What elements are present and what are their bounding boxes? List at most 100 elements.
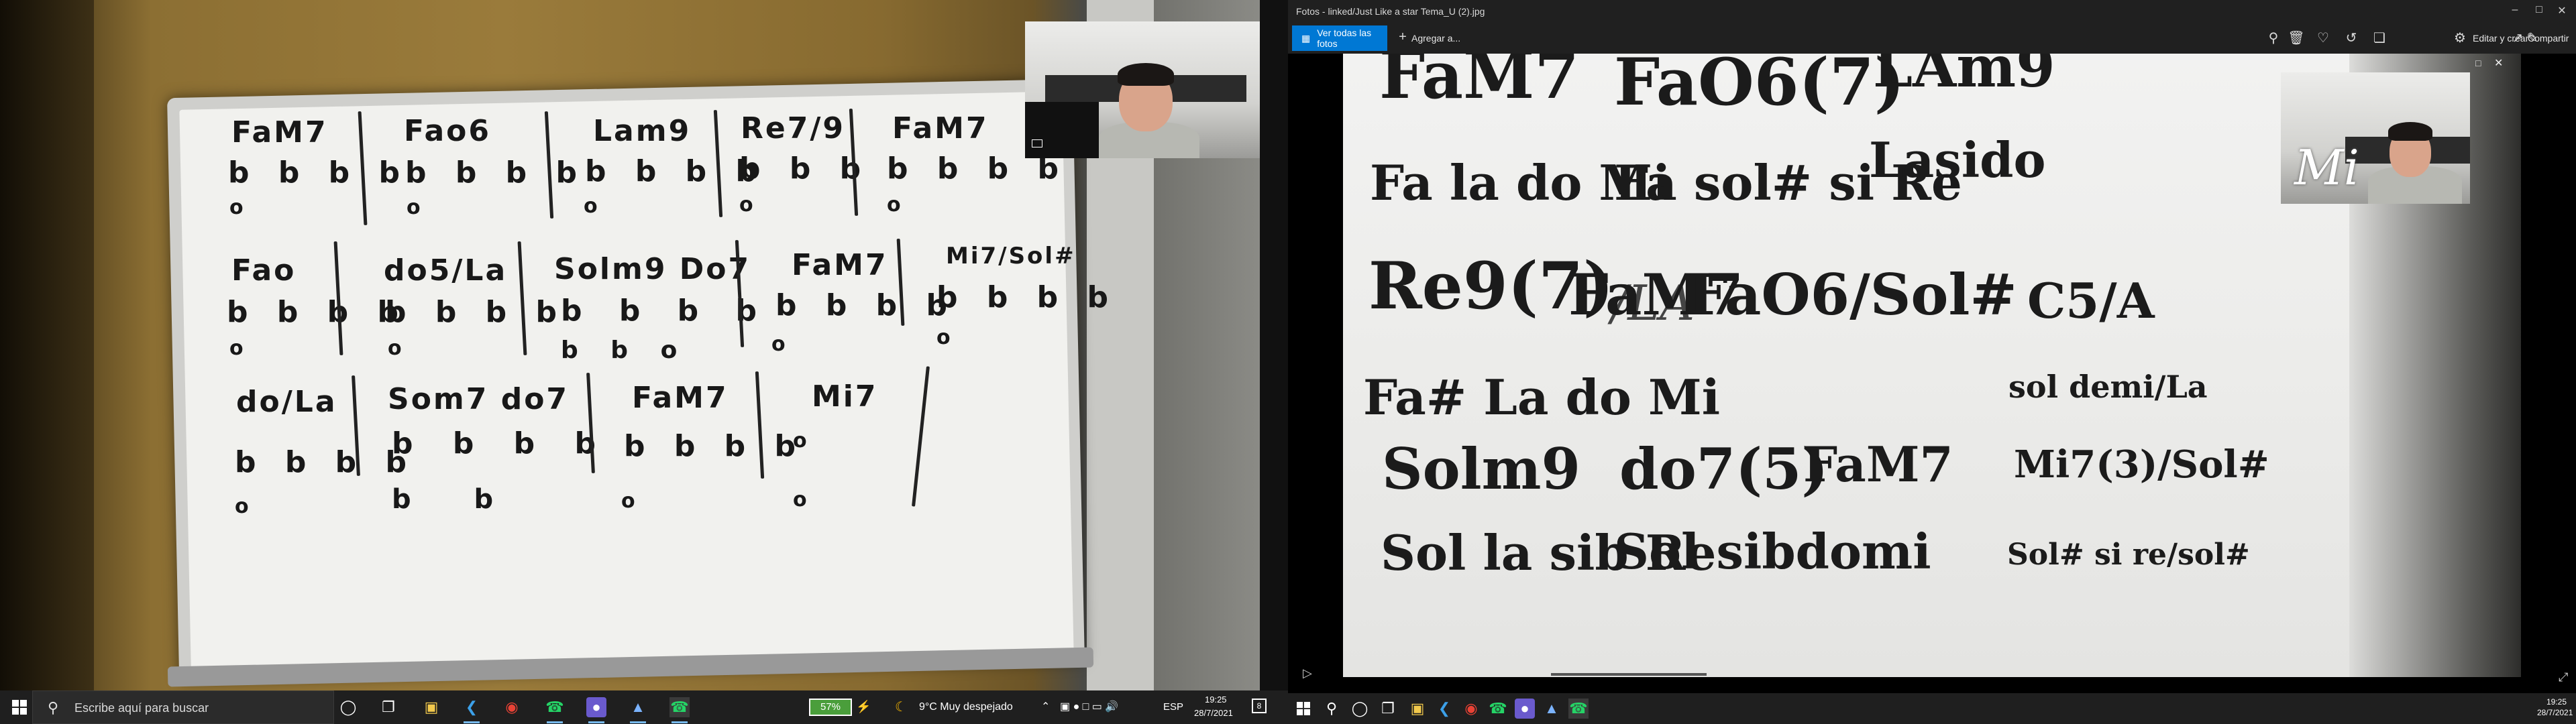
photo-chord: FaM7 xyxy=(1803,436,1953,493)
whatsapp-icon[interactable]: ☎ xyxy=(669,697,690,723)
photos-icon[interactable]: ▲ xyxy=(628,697,648,723)
webcam-thumbnail[interactable] xyxy=(1025,21,1267,158)
all-photos-label: Ver todas las fotos xyxy=(1317,27,1372,49)
vscode-icon[interactable]: ❮ xyxy=(462,697,482,723)
wb-bass: o xyxy=(887,193,910,217)
play-icon[interactable]: ▷ xyxy=(1303,666,1312,680)
wb-chord: FaM7 xyxy=(231,115,328,149)
wb-chord: Re7/9 xyxy=(741,111,846,145)
wb-notes: b b b b xyxy=(392,426,610,461)
photo-chord: FaO6(7) xyxy=(1614,54,1905,120)
clock-date[interactable]: 28/7/2021 xyxy=(2537,708,2573,717)
wb-chord: do/La xyxy=(236,385,337,419)
chrome-icon[interactable]: ◉ xyxy=(502,697,522,717)
zoom-icon[interactable]: ⚲ xyxy=(2265,29,2282,46)
delete-icon[interactable]: 🗑 xyxy=(2288,29,2305,46)
search-icon[interactable]: ⚲ xyxy=(1322,699,1342,719)
wb-notes: b b b b xyxy=(775,288,957,322)
add-to-button[interactable]: Agregar a... xyxy=(1411,33,1460,44)
photo-notes: Sol# si re/sol# xyxy=(2007,538,2250,572)
photo-chord: FaM7 xyxy=(1379,54,1580,113)
whatsapp-icon[interactable]: ☎ xyxy=(1568,699,1589,719)
wb-bass: o xyxy=(388,337,411,360)
cortana-icon[interactable]: ◯ xyxy=(1350,699,1370,719)
whatsapp-icon[interactable]: ☎ xyxy=(545,697,565,723)
photo-chord: C5/A xyxy=(2027,272,2155,329)
fullscreen-icon[interactable]: ⤢ xyxy=(2559,670,2568,684)
chevron-up-icon[interactable]: ⌃ xyxy=(1041,700,1050,713)
task-view-icon[interactable]: ❐ xyxy=(1378,699,1398,719)
clock-date[interactable]: 28/7/2021 xyxy=(1194,708,1233,718)
wb-chord: Mi7/Sol# xyxy=(946,243,1076,269)
overlay-annotation: Mi xyxy=(2294,139,2359,196)
taskbar: ⚲ Escribe aquí para buscar ◯ ❐ ▣ ❮ ◉ ☎ ●… xyxy=(0,690,1288,724)
notification-icon[interactable]: 8 xyxy=(1252,699,1267,713)
search-placeholder: Escribe aquí para buscar xyxy=(74,701,209,715)
photos-gallery-icon: ▦ xyxy=(1301,32,1311,44)
wb-chord: Solm9 Do7 xyxy=(554,252,751,286)
photo-notes: Fa# La do Mi xyxy=(1363,369,1721,426)
windows-start-icon[interactable] xyxy=(9,697,30,717)
discord-icon[interactable]: ● xyxy=(1515,699,1535,719)
taskbar: ⚲ ◯ ❐ ▣ ❮ ◉ ☎ ● ▲ ☎ 19:25 28/7/2021 xyxy=(1288,693,2576,724)
wb-notes: b b b xyxy=(739,152,871,186)
share-button[interactable]: Compartir xyxy=(2528,33,2569,44)
close-icon[interactable]: ✕ xyxy=(2552,4,2572,17)
wb-chord: do5/La xyxy=(384,253,508,288)
vscode-icon[interactable]: ❮ xyxy=(1434,699,1454,719)
photo-notes: sol demi/La xyxy=(2008,369,2208,405)
photo-chord: do7(5) xyxy=(1619,436,1829,502)
scroll-indicator[interactable] xyxy=(1551,673,1707,676)
wb-bass: o xyxy=(793,488,816,511)
wb-notes: b b b b xyxy=(405,156,586,190)
minimize-icon[interactable]: – xyxy=(2505,4,2525,16)
whatsapp-icon[interactable]: ☎ xyxy=(1488,699,1508,719)
chair-shadow xyxy=(1025,102,1099,158)
wb-chord: Fao6 xyxy=(404,114,492,148)
rotate-icon[interactable]: ↺ xyxy=(2343,29,2360,46)
chrome-icon[interactable]: ◉ xyxy=(1461,699,1481,719)
wb-bass: o xyxy=(621,489,645,513)
windows-start-icon[interactable] xyxy=(1293,699,1313,719)
mic-icon xyxy=(1032,139,1042,147)
weather-text[interactable]: 9°C Muy despejado xyxy=(919,701,1013,713)
taskbar-search[interactable]: ⚲ Escribe aquí para buscar xyxy=(32,690,334,724)
photos-icon[interactable]: ▲ xyxy=(1542,699,1562,719)
task-view-icon[interactable]: ❐ xyxy=(378,697,398,717)
photo-chord: Mi7(3)/Sol# xyxy=(2014,442,2269,487)
wb-bass: b b o xyxy=(561,337,690,364)
photos-toolbar: ▦ Ver todas las fotos + Agregar a... ⚲ 🗑… xyxy=(1288,23,2576,54)
photo-chord: FaO6/Sol# xyxy=(1688,261,2017,328)
add-icon[interactable]: + xyxy=(1394,29,1411,45)
file-explorer-icon[interactable]: ▣ xyxy=(421,697,441,717)
favorite-icon[interactable]: ♡ xyxy=(2314,29,2332,46)
wb-bass: o xyxy=(936,326,960,349)
cortana-icon[interactable]: ◯ xyxy=(338,697,358,717)
wb-notes: b b b b xyxy=(385,295,566,329)
wb-bass: o xyxy=(229,196,253,219)
file-explorer-icon[interactable]: ▣ xyxy=(1407,699,1428,719)
webcam-thumbnail[interactable]: Mi xyxy=(2281,72,2470,204)
wb-bass: o xyxy=(739,193,763,217)
wb-notes: b b b b xyxy=(624,429,805,463)
battery-indicator[interactable]: 57% xyxy=(809,699,852,716)
language-indicator[interactable]: ESP xyxy=(1163,701,1183,713)
window-title: Fotos - linked/Just Like a star Tema_U (… xyxy=(1296,6,1485,17)
close-overlay-icon[interactable]: ✕ xyxy=(2494,56,2503,70)
photo-notes: Sol sibdomi xyxy=(1614,523,1931,580)
clock-time[interactable]: 19:25 xyxy=(1205,695,1227,705)
crop-icon[interactable]: ❏ xyxy=(2371,29,2388,46)
clock-time[interactable]: 19:25 xyxy=(2546,697,2567,707)
maximize-icon[interactable]: □ xyxy=(2529,4,2549,16)
photo-chord: Solm9 xyxy=(1382,436,1580,502)
wb-bass: o xyxy=(771,333,795,356)
discord-icon[interactable]: ● xyxy=(586,697,606,723)
all-photos-button[interactable]: ▦ Ver todas las fotos xyxy=(1292,25,1387,51)
person-hair xyxy=(1118,63,1174,86)
wb-notes: o xyxy=(793,429,816,452)
edit-create-icon: ⚙ xyxy=(2454,31,2466,46)
title-bar: Fotos - linked/Just Like a star Tema_U (… xyxy=(1288,0,2576,23)
tray-icons[interactable]: ▣ ● □ ▭ 🔊 xyxy=(1060,700,1118,713)
share-icon: ↗ xyxy=(2512,31,2524,46)
popout-icon[interactable]: □ xyxy=(2475,58,2481,68)
